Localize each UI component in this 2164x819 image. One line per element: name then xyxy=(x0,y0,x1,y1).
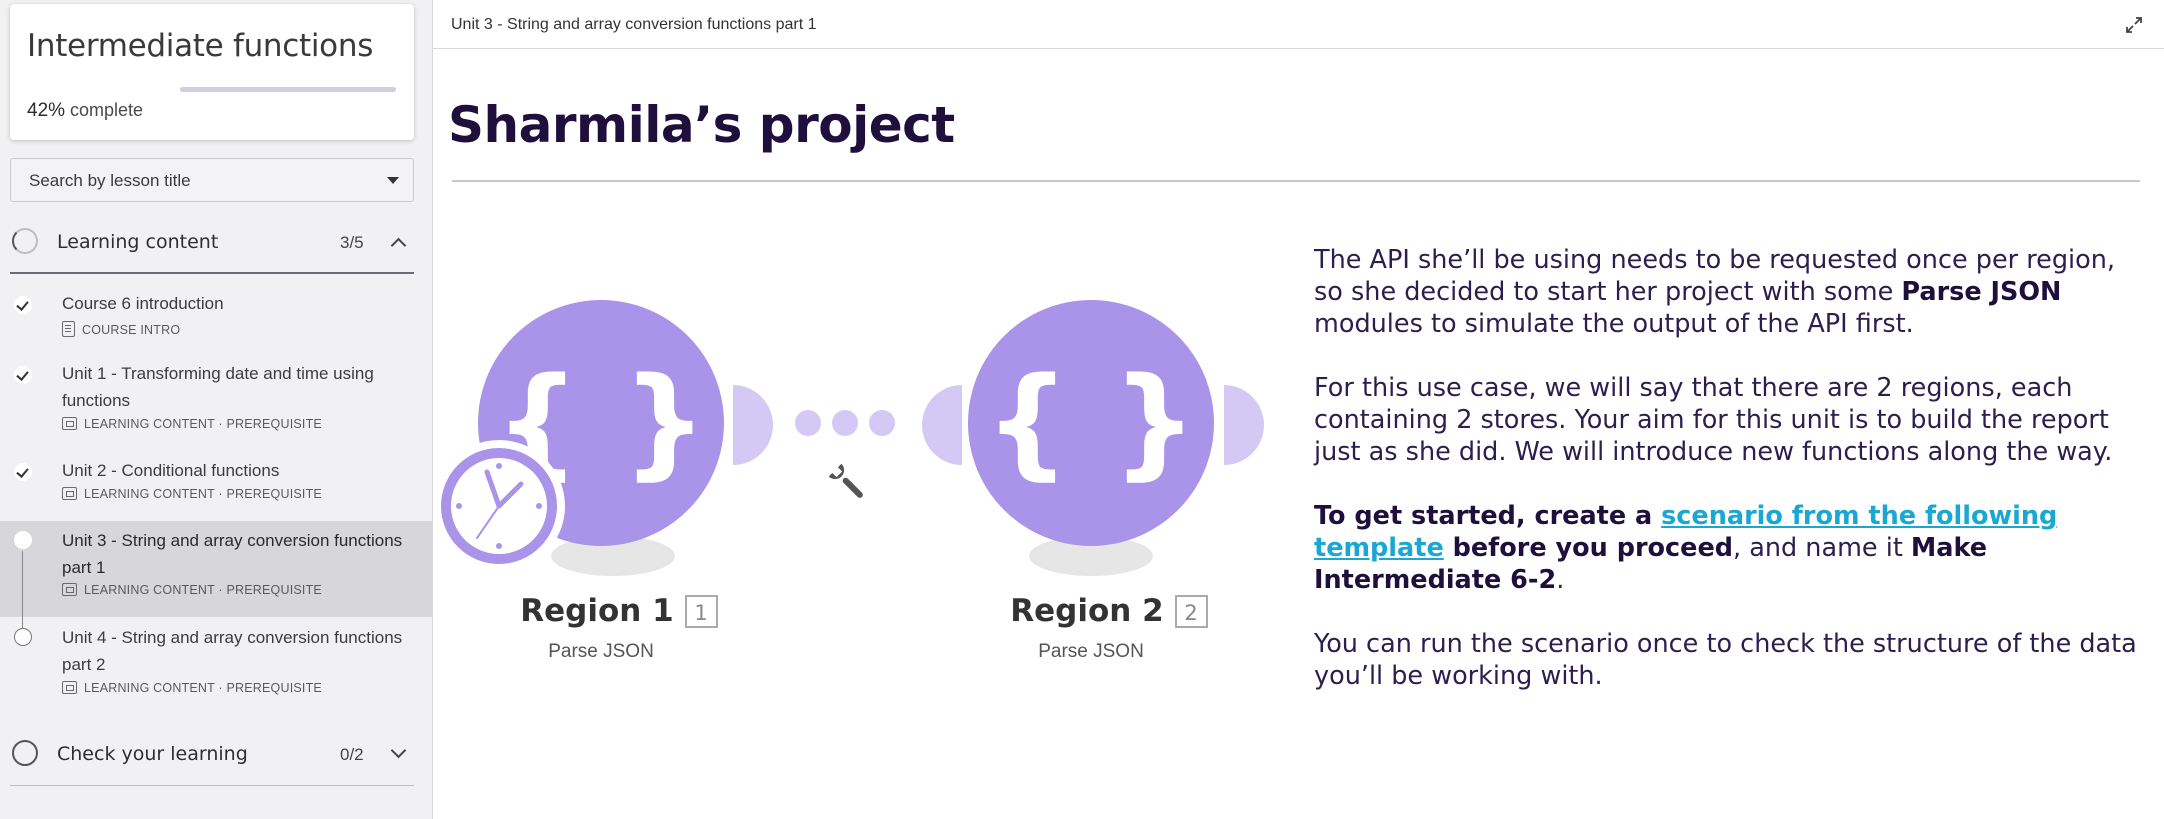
timeline-line xyxy=(22,551,23,617)
section-progress-icon xyxy=(12,740,38,766)
chevron-up-icon xyxy=(390,237,407,254)
lesson-search-dropdown[interactable]: Search by lesson title xyxy=(10,158,414,202)
dropdown-arrow-icon xyxy=(387,177,399,184)
lesson-meta: COURSE INTRO xyxy=(62,321,180,337)
course-progress-text: 42% complete xyxy=(27,100,143,122)
module-2-name: Region 2 xyxy=(1010,593,1163,629)
lesson-meta: LEARNING CONTENT · PREREQUISITE xyxy=(62,681,322,695)
lesson-content-pane: Unit 3 - String and array conversion fun… xyxy=(432,0,2164,819)
lesson-meta-text: LEARNING CONTENT · PREREQUISITE xyxy=(84,487,322,501)
progress-percent: 42% xyxy=(27,100,66,121)
current-lesson-icon xyxy=(14,531,32,549)
lesson-topbar: Unit 3 - String and array conversion fun… xyxy=(433,0,2164,49)
section-divider xyxy=(10,785,414,786)
section-learning-content[interactable]: Learning content 3/5 xyxy=(0,212,432,272)
lesson-title: Unit 2 - Conditional functions xyxy=(62,461,280,480)
module-connector xyxy=(922,385,962,465)
check-icon xyxy=(14,463,32,481)
module-1-subtitle: Parse JSON xyxy=(548,641,654,662)
wrench-icon[interactable] xyxy=(828,463,869,504)
paragraph-4: You can run the scenario once to check t… xyxy=(1314,629,2137,691)
module-connector xyxy=(1224,385,1264,465)
section-divider xyxy=(10,272,414,274)
chevron-down-icon xyxy=(390,742,407,759)
title-divider xyxy=(452,180,2140,182)
lesson-meta: LEARNING CONTENT · PREREQUISITE xyxy=(62,417,322,431)
paragraph-text: , and name it xyxy=(1733,533,1911,563)
section-progress-icon xyxy=(12,228,38,254)
lesson-item-course-intro[interactable]: Course 6 introduction COURSE INTRO xyxy=(0,284,432,350)
progress-bar-fill xyxy=(180,87,271,92)
module-1-name: Region 1 xyxy=(520,593,673,629)
lesson-meta: LEARNING CONTENT · PREREQUISITE xyxy=(62,583,322,597)
module-2-subtitle: Parse JSON xyxy=(1038,641,1144,662)
scenario-diagram: { } {} Region 1 1 Parse JSON Region 2 2… xyxy=(433,280,1293,680)
course-sidebar: Intermediate functions 42% complete Sear… xyxy=(0,0,432,819)
module-connector xyxy=(733,385,773,465)
course-title: Intermediate functions xyxy=(27,28,374,64)
connection-dots xyxy=(795,410,895,436)
lesson-meta-text: LEARNING CONTENT · PREREQUISITE xyxy=(84,681,322,695)
paragraph-3: To get started, create a scenario from t… xyxy=(1314,500,2144,596)
check-icon xyxy=(14,366,32,384)
page-title: Sharmila’s project xyxy=(448,96,955,154)
video-icon xyxy=(62,681,77,694)
lesson-item-unit-4[interactable]: Unit 4 - String and array conversion fun… xyxy=(0,624,432,708)
lesson-search-placeholder: Search by lesson title xyxy=(29,171,191,190)
paragraph-text: . xyxy=(1556,565,1565,595)
video-icon xyxy=(62,583,77,596)
section-check-your-learning[interactable]: Check your learning 0/2 xyxy=(0,724,432,784)
lesson-item-unit-2[interactable]: Unit 2 - Conditional functions LEARNING … xyxy=(0,455,432,517)
expand-icon[interactable] xyxy=(2125,16,2143,34)
paragraph-1: The API she’ll be using needs to be requ… xyxy=(1314,244,2144,340)
lesson-meta-text: LEARNING CONTENT · PREREQUISITE xyxy=(84,417,322,431)
section-label: Learning content xyxy=(57,231,219,253)
bold-text: before you proceed xyxy=(1443,533,1734,563)
lesson-meta-text: COURSE INTRO xyxy=(82,323,181,337)
bold-text: To get started, create a xyxy=(1314,501,1662,531)
lesson-title: Course 6 introduction xyxy=(62,294,224,313)
bold-text: Parse JSON xyxy=(1901,277,2062,307)
json-braces-icon: { } xyxy=(985,353,1198,492)
progress-suffix: complete xyxy=(65,100,144,120)
lesson-text: The API she’ll be using needs to be requ… xyxy=(1314,244,2144,724)
lesson-topbar-title: Unit 3 - String and array conversion fun… xyxy=(451,16,817,33)
lesson-meta-text: LEARNING CONTENT · PREREQUISITE xyxy=(84,583,322,597)
section-label: Check your learning xyxy=(57,743,248,765)
lesson-item-unit-3[interactable]: Unit 3 - String and array conversion fun… xyxy=(0,521,432,617)
document-icon xyxy=(62,321,75,337)
lesson-title: Unit 3 - String and array conversion fun… xyxy=(62,531,403,577)
lesson-item-unit-1[interactable]: Unit 1 - Transforming date and time usin… xyxy=(0,356,432,442)
lesson-title: Unit 1 - Transforming date and time usin… xyxy=(62,364,374,410)
paragraph-text: modules to simulate the output of the AP… xyxy=(1314,309,1914,339)
lesson-meta: LEARNING CONTENT · PREREQUISITE xyxy=(62,487,322,501)
progress-bar xyxy=(180,87,396,92)
module-2-badge: 2 xyxy=(1184,601,1197,625)
section-count: 3/5 xyxy=(340,233,364,252)
course-card: Intermediate functions 42% complete xyxy=(10,4,414,140)
lesson-title: Unit 4 - String and array conversion fun… xyxy=(62,628,403,674)
video-icon xyxy=(62,417,77,430)
not-started-icon xyxy=(14,628,32,646)
paragraph-2: For this use case, we will say that ther… xyxy=(1314,373,2113,467)
section-count: 0/2 xyxy=(340,745,364,764)
video-icon xyxy=(62,487,77,500)
module-1-badge: 1 xyxy=(694,601,707,625)
check-icon xyxy=(14,296,32,314)
scenario-diagram-svg: { } {} Region 1 1 Parse JSON Region 2 2… xyxy=(433,300,1264,662)
